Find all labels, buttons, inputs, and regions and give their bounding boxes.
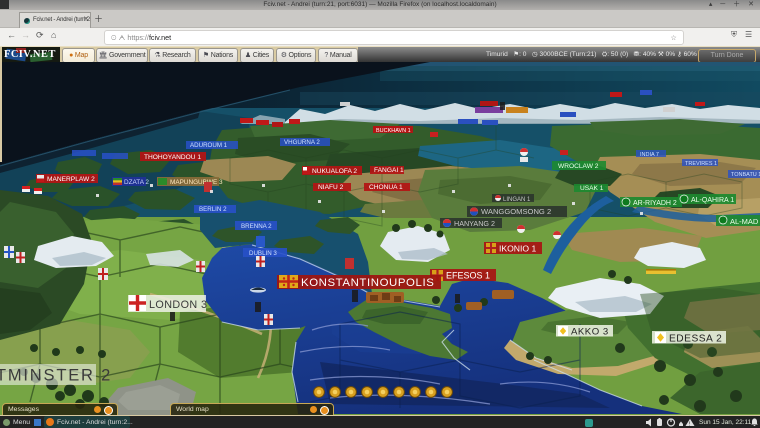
svg-text:BRENNA 2: BRENNA 2 [241,223,272,230]
svg-text:NUKUALOFA 2: NUKUALOFA 2 [312,168,357,175]
svg-text:MANERPLAW 2: MANERPLAW 2 [47,176,95,183]
svg-text:FANGAI 1: FANGAI 1 [374,167,404,174]
svg-text:BERLIN 2: BERLIN 2 [199,206,227,213]
svg-text:LINGAN 1: LINGAN 1 [503,197,531,203]
svg-text:EFESOS 1: EFESOS 1 [446,271,490,281]
svg-text:KONSTANTINOUPOLIS: KONSTANTINOUPOLIS [301,277,434,289]
svg-text:THOHOYANDOU 1: THOHOYANDOU 1 [144,154,201,161]
svg-text:ADUROUM 1: ADUROUM 1 [190,142,228,149]
svg-text:TONBATU 1: TONBATU 1 [731,172,760,178]
svg-text:IKONIO 1: IKONIO 1 [499,244,536,254]
svg-text:WROCLAW 2: WROCLAW 2 [558,163,599,170]
svg-text:VHGURNA 2: VHGURNA 2 [284,139,320,146]
svg-text:CHONUA 1: CHONUA 1 [369,184,403,191]
svg-text:AL-MAD: AL-MAD [730,217,759,226]
svg-text:TMINSTER 2: TMINSTER 2 [0,367,112,385]
svg-text:INDIA 7: INDIA 7 [640,152,659,158]
svg-text:HANYANG 2: HANYANG 2 [454,219,495,228]
svg-text:TREVIRES 1: TREVIRES 1 [685,161,717,167]
svg-text:DUBLIN 3: DUBLIN 3 [249,250,277,257]
svg-text:AKKO 3: AKKO 3 [571,327,609,338]
svg-text:NIAFU 2: NIAFU 2 [318,184,344,191]
svg-text:EDESSA 2: EDESSA 2 [669,334,722,345]
svg-text:DZATA 2: DZATA 2 [124,179,149,186]
svg-text:AL-QAHIRA 1: AL-QAHIRA 1 [691,197,734,204]
svg-text:WANGGOMSONG 2: WANGGOMSONG 2 [481,207,551,216]
svg-text:BUCKHAVN 1: BUCKHAVN 1 [376,128,411,134]
svg-text:AR-RIYADH 2: AR-RIYADH 2 [633,200,677,207]
svg-text:LONDON 3: LONDON 3 [149,299,207,311]
svg-text:MAPUNGUBWE 3: MAPUNGUBWE 3 [170,179,223,186]
svg-text:USAK 1: USAK 1 [580,185,604,192]
